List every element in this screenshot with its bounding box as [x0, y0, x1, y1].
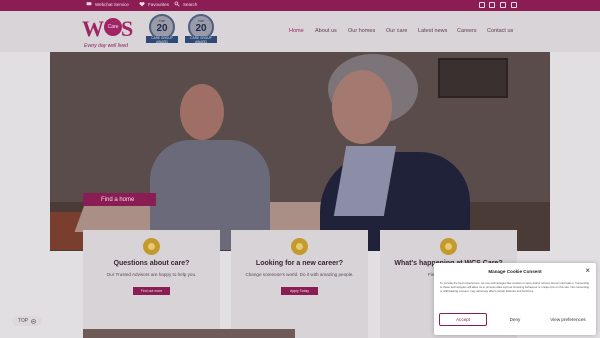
- hero-picture-frame: [438, 58, 508, 98]
- apply-today-button[interactable]: Apply Today: [281, 287, 318, 295]
- top-utility-bar: Webchat Service Favourites Search: [0, 0, 600, 11]
- nav-our-homes[interactable]: Our homes: [348, 28, 375, 34]
- find-a-home-button[interactable]: Find a home: [83, 193, 156, 206]
- award-badge-1: TOP 20 CARE GROUP AWARD: [146, 14, 178, 48]
- nav-about-us[interactable]: About us: [315, 28, 337, 34]
- nav-careers[interactable]: Careers: [457, 28, 477, 34]
- cookie-text: To provide the best experiences, we use …: [440, 281, 590, 293]
- heart-icon: [139, 2, 145, 7]
- search-link[interactable]: Search: [174, 1, 197, 7]
- logo-care-mark: Care: [104, 18, 122, 36]
- career-icon: [291, 238, 308, 255]
- hero-image: [50, 52, 550, 251]
- card-title: Looking for a new career?: [255, 260, 344, 267]
- close-icon[interactable]: ×: [585, 267, 590, 275]
- search-icon: [174, 1, 180, 7]
- wcs-care-logo[interactable]: W Care S Every day well lived: [82, 16, 142, 52]
- card-title: Questions about care?: [113, 260, 190, 267]
- card-description: Our Trusted Advisors are happy to help y…: [106, 272, 197, 277]
- deny-cookies-button[interactable]: Deny: [491, 313, 539, 326]
- advisor-icon: [143, 238, 160, 255]
- logo-letter-s: S: [121, 16, 134, 41]
- back-to-top-button[interactable]: TOP: [12, 316, 42, 326]
- cookie-title: Manage Cookie Consent: [488, 269, 542, 274]
- nav-home[interactable]: Home: [289, 28, 304, 34]
- news-icon: [440, 238, 457, 255]
- chat-icon: [86, 2, 92, 6]
- award-badge-2: TOP 20 CARE GROUP AWARD: [185, 14, 217, 48]
- linkedin-icon[interactable]: [511, 2, 517, 8]
- news-thumbnail: [83, 329, 295, 338]
- hero-man-head: [180, 84, 224, 140]
- instagram-icon[interactable]: [489, 2, 495, 8]
- find-out-more-button[interactable]: Find out more: [133, 287, 170, 295]
- logo-letter-w: W: [82, 16, 104, 41]
- logo-tagline: Every day well lived: [84, 43, 128, 49]
- nav-our-care[interactable]: Our care: [386, 28, 407, 34]
- hero-woman-head: [332, 70, 392, 144]
- youtube-icon[interactable]: [500, 2, 506, 8]
- view-preferences-button[interactable]: View preferences: [543, 313, 593, 326]
- card-new-career: Looking for a new career? Change someone…: [231, 230, 368, 338]
- nav-latest-news[interactable]: Latest news: [418, 28, 447, 34]
- card-description: Change someone's world. Do it with amazi…: [245, 272, 354, 277]
- cookie-consent-dialog: Manage Cookie Consent × To provide the b…: [434, 263, 596, 335]
- favourites-link[interactable]: Favourites: [139, 1, 169, 7]
- accept-cookies-button[interactable]: Accept: [439, 313, 487, 326]
- webchat-link[interactable]: Webchat Service: [86, 1, 129, 7]
- facebook-icon[interactable]: [479, 2, 485, 8]
- nav-contact-us[interactable]: Contact us: [487, 28, 513, 34]
- card-questions-about-care: Questions about care? Our Trusted Adviso…: [83, 230, 220, 338]
- site-header: W Care S Every day well lived TOP 20 CAR…: [0, 11, 600, 52]
- chevron-up-icon: [31, 318, 36, 324]
